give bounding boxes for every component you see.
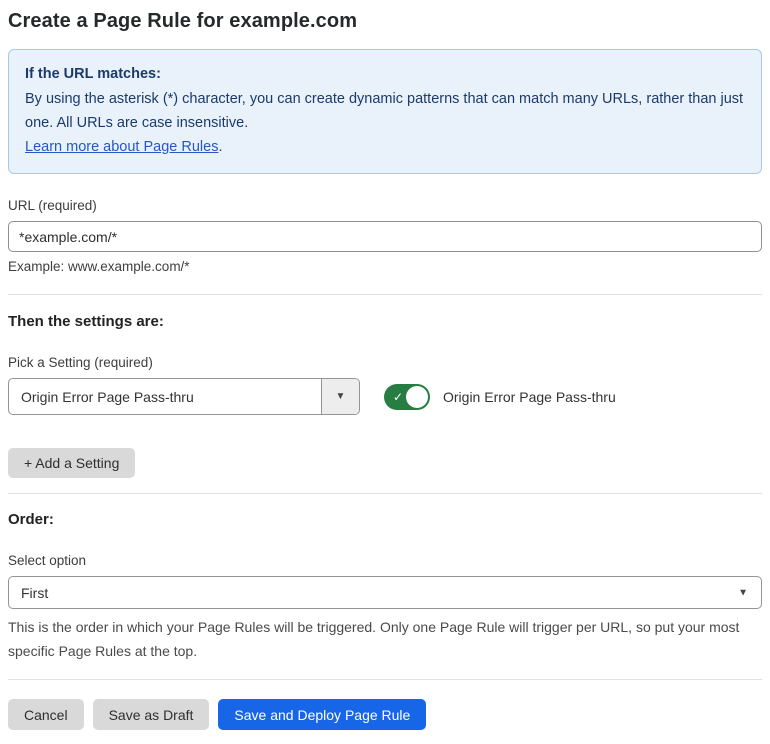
info-box-body: By using the asterisk (*) character, you…	[25, 91, 744, 131]
save-and-deploy-button[interactable]: Save and Deploy Page Rule	[218, 699, 427, 730]
setting-dropdown[interactable]: Origin Error Page Pass-thru ▼	[8, 378, 360, 415]
divider	[8, 493, 762, 494]
url-input[interactable]	[8, 221, 762, 252]
url-example-helper: Example: www.example.com/*	[8, 259, 190, 274]
link-period: .	[218, 139, 223, 155]
save-as-draft-button[interactable]: Save as Draft	[92, 699, 210, 730]
page-title: Create a Page Rule for example.com	[8, 10, 358, 32]
order-dropdown-value: First	[21, 584, 49, 601]
settings-section-heading: Then the settings are:	[8, 313, 164, 330]
chevron-down-icon[interactable]: ▼	[321, 379, 359, 414]
setting-row: Origin Error Page Pass-thru ▼ ✓ Origin E…	[8, 378, 762, 415]
info-box-link-line: Learn more about Page Rules.	[25, 135, 745, 159]
setting-toggle[interactable]: ✓	[384, 383, 430, 410]
check-icon: ✓	[393, 389, 404, 404]
pick-setting-label: Pick a Setting (required)	[8, 355, 153, 370]
order-dropdown[interactable]: First ▼	[8, 576, 762, 609]
setting-toggle-label: Origin Error Page Pass-thru	[443, 388, 616, 405]
learn-more-link[interactable]: Learn more about Page Rules	[25, 139, 218, 155]
toggle-knob	[406, 385, 428, 408]
divider	[8, 679, 762, 680]
footer-actions: Cancel Save as Draft Save and Deploy Pag…	[8, 699, 762, 730]
divider	[8, 294, 762, 295]
url-field-label: URL (required)	[8, 198, 97, 213]
add-setting-button[interactable]: + Add a Setting	[8, 448, 136, 478]
setting-toggle-group: ✓ Origin Error Page Pass-thru	[384, 383, 616, 410]
chevron-down-icon: ▼	[738, 587, 748, 598]
info-box-heading: If the URL matches:	[25, 66, 161, 82]
order-helper-text: This is the order in which your Page Rul…	[8, 619, 740, 659]
setting-dropdown-value: Origin Error Page Pass-thru	[21, 388, 194, 405]
order-select-label: Select option	[8, 553, 87, 568]
url-match-info-box: If the URL matches: By using the asteris…	[8, 49, 762, 174]
cancel-button[interactable]: Cancel	[8, 699, 84, 730]
order-section-heading: Order:	[8, 511, 54, 528]
